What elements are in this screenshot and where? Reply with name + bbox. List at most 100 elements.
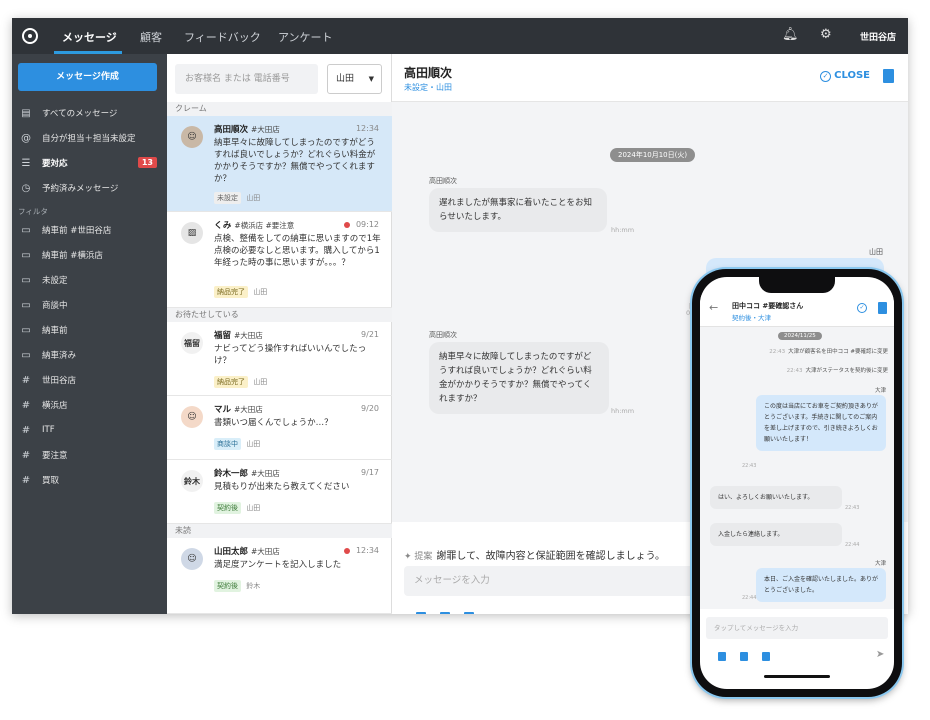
template-icon[interactable] [718,652,726,661]
sidebar-tag-item[interactable]: # 要注意 [12,443,167,467]
message-time: 9/17 [361,468,379,477]
unread-dot [344,548,350,554]
phone-chat-messages: 2024/11/25 22:43 大津が顧客名を田中ココ #要確認に変更 22:4… [700,327,894,609]
check-circle-icon: ✓ [820,71,832,82]
checklist-icon: ☰ [21,157,31,169]
ai-suggestion[interactable]: ✦ 提案 謝罪して、故障内容と保証範囲を確認しましょう。 [404,547,665,562]
agent-select[interactable]: 山田 ▼ [327,64,382,94]
contact-tag: #大田店 [234,331,263,340]
compose-message-button[interactable]: メッセージ作成 [18,63,157,91]
agent-select-value: 山田 [336,74,355,84]
back-arrow-icon[interactable]: ← [709,301,718,314]
message-time: 22:43 [845,505,860,511]
message-sender: 大津 [874,388,886,394]
chat-contact-name: 高田順次 [404,66,453,80]
message-time: 09:12 [355,220,379,229]
list-item[interactable]: ▨ くみ #横浜店 #要注意 09:12 点検、整備をしての納車に思いますので1年… [167,212,392,308]
sidebar-item-label: 商談中 [42,301,68,311]
sidebar-tag-item[interactable]: # 横浜店 [12,393,167,417]
document-icon[interactable] [878,302,887,314]
tab-customers[interactable]: 顧客 [140,29,162,45]
sidebar-filter-item[interactable]: ▭ 納車済み [12,343,167,367]
message-time: 22:44 [742,595,757,601]
sidebar-filter-item[interactable]: ▭ 納車前 [12,318,167,342]
inbox-icon: ▭ [21,224,31,236]
top-navigation-bar: メッセージ 顧客 フィードバック アンケート 🔔︎ ⚙ 世田谷店 [12,18,908,54]
sidebar-item-label: 未設定 [42,276,68,286]
search-input[interactable]: お客様名 または 電話番号 [175,64,318,94]
document-icon[interactable] [883,69,894,83]
sidebar-filter-item[interactable]: ▭ 納車前 #横浜店 [12,243,167,267]
suggestion-text: 謝罪して、故障内容と保証範囲を確認しましょう。 [436,551,666,562]
phone-screen: ← 田中ココ #要確認さん 契約後・大津 ✓ 2024/11/25 22:43 大… [700,277,894,689]
contact-tag: #大田店 [234,405,263,414]
sidebar: メッセージ作成 ▤ すべてのメッセージ @ 自分が担当＋担当未設定 ☰ 要対応 … [12,54,167,614]
list-item[interactable]: 福留 福留 #大田店 9/21 ナビってどう操作すればいいんでしたっけ？ 納品完了… [167,322,392,396]
sidebar-item-assigned[interactable]: @ 自分が担当＋担当未設定 [12,126,167,150]
system-event: 22:43 大津がステータスを契約後に変更 [787,366,888,374]
chat-contact-status[interactable]: 未設定・山田 [404,82,452,93]
event-text: 大津が顧客名を田中ココ #要確認に変更 [788,349,888,355]
status-badge: 納品完了 [214,286,248,298]
status-badge: 契約後 [214,580,241,592]
sidebar-filter-item[interactable]: ▭ 未設定 [12,268,167,292]
sidebar-tag-item[interactable]: # ITF [12,418,167,442]
sidebar-filter-item[interactable]: ▭ 商談中 [12,293,167,317]
status-row: 納品完了 山田 [214,286,267,298]
sidebar-tag-item[interactable]: # 買取 [12,468,167,492]
message-preview: 点検、整備をしての納車に思いますので1年点検の必要なしと思います。購入してから1… [214,234,381,268]
avatar: ☺ [181,126,203,148]
contact-tag: #大田店 [251,125,280,134]
list-item[interactable]: 鈴木 鈴木一郎 #大田店 9/17 見積もりが出来たら教えてください 契約後 山田 [167,460,392,524]
message-sender: 高田順次 [429,177,457,185]
tab-messages[interactable]: メッセージ [62,29,117,45]
list-item[interactable]: ☺ 高田順次 #大田店 12:34 納車早々に故障してしまったのですがどうすれば良… [167,116,392,212]
contact-name-text: 山田太郎 [214,547,249,557]
status-row: 契約後 鈴木 [214,580,260,592]
app-logo-icon[interactable] [22,28,38,44]
message-time: hh:mm [611,407,635,415]
date-divider: 2024/11/25 [778,332,822,340]
send-icon[interactable]: ➤ [876,649,884,660]
sidebar-tag-item[interactable]: # 世田谷店 [12,368,167,392]
hash-icon: # [21,374,31,386]
tab-survey[interactable]: アンケート [278,29,333,45]
list-item[interactable]: ☺ マル #大田店 9/20 書類いつ届くんでしょうか…？ 商談中 山田 [167,396,392,460]
owner-label: 山田 [246,504,261,512]
close-button[interactable]: ✓ CLOSE [820,70,870,82]
check-circle-icon[interactable]: ✓ [857,303,867,313]
contact-name: くみ #横浜店 #要注意 [214,219,294,231]
inbox-icon: ▭ [21,299,31,311]
store-name[interactable]: 世田谷店 [860,30,896,43]
inbox-icon: ▭ [21,324,31,336]
sidebar-item-scheduled[interactable]: ◷ 予約済みメッセージ [12,176,167,200]
template-icon[interactable] [416,612,426,614]
phone-contact-status[interactable]: 契約後・大津 [732,312,771,322]
gear-icon[interactable]: ⚙ [820,27,832,42]
message-time: 12:34 [355,546,379,555]
date-divider: 2024年10月10日(火) [610,148,696,162]
bell-icon[interactable]: 🔔︎ [782,27,799,42]
status-badge: 納品完了 [214,376,248,388]
status-row: 納品完了 山田 [214,376,267,388]
system-event: 22:43 大津が顧客名を田中ココ #要確認に変更 [769,347,888,355]
at-icon: @ [21,132,31,144]
image-icon[interactable] [440,612,450,614]
avatar: 福留 [181,332,203,354]
clipboard-icon[interactable] [762,652,770,661]
contact-name-text: マル [214,405,232,415]
phone-message-input[interactable]: タップしてメッセージを入力 [706,617,888,639]
sidebar-item-all-messages[interactable]: ▤ すべてのメッセージ [12,101,167,125]
message-time: 12:34 [355,124,379,133]
sidebar-item-needs-action[interactable]: ☰ 要対応 13 [12,151,167,175]
phone-mockup: ← 田中ココ #要確認さん 契約後・大津 ✓ 2024/11/25 22:43 大… [692,269,902,697]
list-item[interactable]: ☺ 山田太郎 #大田店 12:34 満足度アンケートを記入しました 契約後 鈴木 [167,538,392,614]
sidebar-filter-item[interactable]: ▭ 納車前 #世田谷店 [12,218,167,242]
incoming-message: はい、よろしくお願いいたします。 [710,486,842,509]
image-icon[interactable] [740,652,748,661]
message-input[interactable]: メッセージを入力 [404,566,704,596]
message-preview: 書類いつ届くんでしょうか…？ [214,418,333,428]
clipboard-icon[interactable] [464,612,474,614]
tab-feedback[interactable]: フィードバック [184,29,261,45]
contact-name: マル #大田店 [214,403,263,415]
